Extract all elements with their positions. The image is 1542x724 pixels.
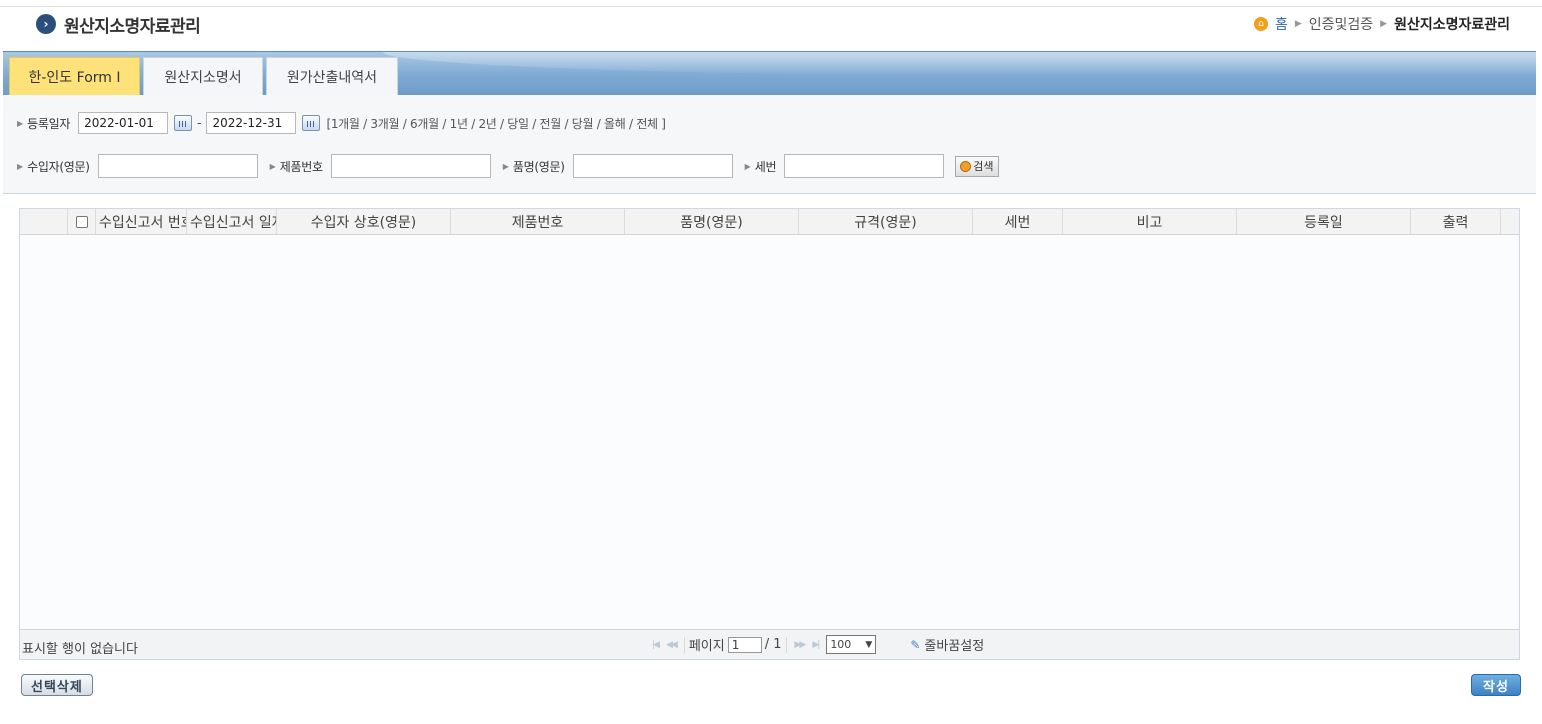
pager-divider [785, 636, 787, 653]
search-row-date: ▶ 등록일자 - [1개월 / 3개월 / 6개월 / 1년 / 2년 / 당일… [17, 112, 666, 134]
grid-header-col[interactable]: 비고 [1063, 209, 1237, 234]
last-page-icon[interactable]: ▶| [812, 640, 820, 650]
home-icon: ⌂ [1253, 17, 1268, 31]
top-divider [0, 6, 1542, 7]
data-grid: 수입신고서 번호 수입신고서 일자 수입자 상호(영문) 제품번호 품명(영문)… [19, 208, 1520, 660]
grid-header-col[interactable]: 등록일 [1237, 209, 1411, 234]
grid-header-col[interactable]: 수입신고서 번호 [96, 209, 187, 234]
wrap-setting-label: 줄바꿈설정 [924, 639, 985, 654]
item-name-label: 품명(영문) [512, 159, 565, 174]
hs-code-label: 세번 [754, 159, 777, 174]
tab-bar-decoration [383, 52, 1536, 76]
grid-header-col[interactable]: 품명(영문) [625, 209, 799, 234]
bullet-arrow-icon: ▶ [17, 118, 24, 128]
search-button[interactable]: 검색 [955, 155, 999, 177]
date-from-input[interactable] [78, 112, 169, 134]
breadcrumb-current: 원산지소명자료관리 [1394, 17, 1510, 33]
grid-header-select-all[interactable] [68, 209, 96, 234]
write-button[interactable]: 작성 [1471, 674, 1521, 696]
empty-message: 표시할 행이 없습니다 [22, 642, 138, 657]
page-number-input[interactable]: 1 [727, 636, 762, 653]
product-no-input[interactable] [330, 154, 491, 178]
grid-header-col[interactable]: 출력 [1411, 209, 1501, 234]
bullet-arrow-icon: ▶ [502, 161, 509, 171]
breadcrumb-separator-icon: ▶ [1380, 19, 1388, 29]
date-range-dash: - [197, 116, 202, 130]
grid-header-col[interactable]: 수입신고서 일자 [187, 209, 277, 234]
chevron-down-icon: ▼ [865, 639, 873, 650]
first-page-icon[interactable]: |◀ [652, 640, 660, 650]
date-to-input[interactable] [206, 112, 297, 134]
page-label: 페이지 [688, 639, 725, 654]
breadcrumb: ⌂ 홈 ▶ 인증및검증 ▶ 원산지소명자료관리 [1253, 14, 1510, 34]
calendar-icon[interactable] [302, 115, 321, 131]
select-all-checkbox[interactable] [75, 215, 88, 228]
tab-cost-breakdown[interactable]: 원가산출내역서 [266, 57, 398, 95]
search-row-filters: ▶ 수입자(영문) ▶ 제품번호 ▶ 품명(영문) ▶ 세번 검색 [17, 154, 999, 178]
page-title: 원산지소명자료관리 [64, 16, 201, 37]
grid-footer: 표시할 행이 없습니다 |◀ ◀◀ 페이지 1 / 1 ▶▶ ▶| 100 ▼ … [20, 629, 1519, 659]
search-icon [960, 160, 972, 172]
tab-origin-statement[interactable]: 원산지소명서 [143, 57, 263, 95]
bullet-arrow-icon: ▶ [269, 161, 276, 171]
importer-label: 수입자(영문) [27, 159, 90, 174]
breadcrumb-home-link[interactable]: 홈 [1275, 14, 1288, 34]
item-name-input[interactable] [572, 154, 733, 178]
grid-header-col[interactable]: 규격(영문) [799, 209, 973, 234]
wrench-icon: ✎ [910, 637, 921, 652]
bullet-arrow-icon: ▶ [17, 161, 24, 171]
page-size-value: 100 [830, 638, 852, 651]
grid-header-col[interactable]: 수입자 상호(영문) [277, 209, 451, 234]
tab-korea-india-form-i[interactable]: 한-인도 Form I [9, 57, 140, 95]
calendar-icon[interactable] [174, 115, 193, 131]
product-no-label: 제품번호 [279, 159, 323, 174]
reg-date-label: 등록일자 [27, 116, 71, 131]
breadcrumb-level1[interactable]: 인증및검증 [1309, 14, 1373, 34]
hs-code-input[interactable] [784, 154, 945, 178]
prev-page-icon[interactable]: ◀◀ [666, 640, 678, 650]
search-button-label: 검색 [973, 160, 994, 173]
next-page-icon[interactable]: ▶▶ [795, 640, 807, 650]
page-header: › 원산지소명자료관리 [36, 12, 201, 37]
grid-header: 수입신고서 번호 수입신고서 일자 수입자 상호(영문) 제품번호 품명(영문)… [20, 209, 1519, 235]
delete-selected-button[interactable]: 선택삭제 [21, 674, 93, 696]
grid-header-col[interactable]: 세번 [973, 209, 1063, 234]
importer-input[interactable] [97, 154, 258, 178]
grid-header-rownum [20, 209, 68, 234]
pager-divider [683, 636, 685, 653]
grid-header-col[interactable]: 제품번호 [451, 209, 625, 234]
bullet-arrow-icon: ▶ [744, 161, 751, 171]
pager: |◀ ◀◀ 페이지 1 / 1 ▶▶ ▶| 100 ▼ ✎ 줄바꿈설정 [648, 635, 984, 654]
wrap-setting-button[interactable]: ✎ 줄바꿈설정 [910, 635, 985, 655]
total-pages: / 1 [764, 637, 782, 652]
search-panel: ▶ 등록일자 - [1개월 / 3개월 / 6개월 / 1년 / 2년 / 당일… [3, 95, 1536, 194]
chevron-right-icon: › [36, 14, 56, 34]
tab-bar: 한-인도 Form I 원산지소명서 원가산출내역서 [3, 51, 1536, 96]
page-size-select[interactable]: 100 ▼ [826, 635, 877, 654]
quick-date-ranges[interactable]: [1개월 / 3개월 / 6개월 / 1년 / 2년 / 당일 / 전월 / 당… [326, 115, 666, 132]
breadcrumb-separator-icon: ▶ [1294, 19, 1302, 29]
